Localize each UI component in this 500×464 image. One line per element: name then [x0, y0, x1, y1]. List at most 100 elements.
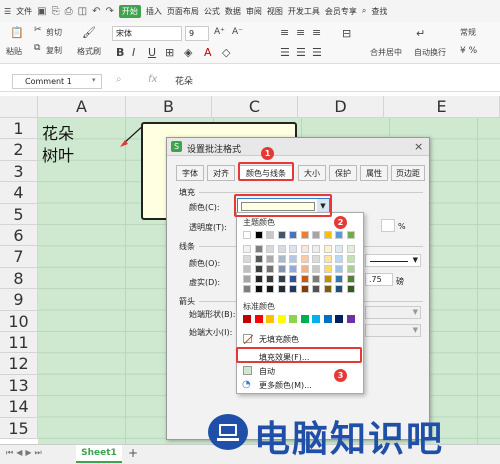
- standard-color-swatch[interactable]: [266, 315, 274, 323]
- theme-color-swatch[interactable]: [335, 245, 343, 253]
- undo-icon[interactable]: ↶: [92, 6, 100, 17]
- theme-color-swatch[interactable]: [300, 265, 309, 273]
- align-center-icon[interactable]: ☰: [296, 46, 306, 59]
- theme-color-swatch[interactable]: [300, 275, 309, 283]
- column-header-c[interactable]: C: [212, 96, 298, 118]
- tab-data[interactable]: 数据: [225, 6, 241, 17]
- transparency-input[interactable]: [381, 219, 395, 232]
- theme-color-swatch[interactable]: [254, 275, 263, 283]
- format-painter-icon[interactable]: 🖌: [82, 26, 96, 39]
- theme-color-swatch[interactable]: [300, 245, 309, 253]
- chevron-down-icon[interactable]: ▼: [413, 326, 418, 334]
- tab-member[interactable]: 会员专享: [325, 6, 357, 17]
- theme-color-swatch[interactable]: [243, 275, 251, 283]
- row-header-15[interactable]: 15: [0, 417, 38, 439]
- theme-color-swatch[interactable]: [346, 255, 355, 263]
- cut-button[interactable]: 剪切: [46, 27, 62, 38]
- tab-protection[interactable]: 保护: [329, 165, 357, 181]
- theme-color-swatch[interactable]: [312, 285, 320, 293]
- begin-style-select[interactable]: ▼: [365, 306, 421, 319]
- search-label[interactable]: 查找: [371, 6, 387, 17]
- row-header-7[interactable]: 7: [0, 246, 38, 268]
- italic-icon[interactable]: I: [132, 46, 135, 59]
- column-header-e[interactable]: E: [384, 96, 500, 118]
- theme-color-swatch[interactable]: [323, 285, 332, 293]
- tab-alignment[interactable]: 对齐: [207, 165, 235, 181]
- theme-color-swatch[interactable]: [277, 255, 286, 263]
- column-header-b[interactable]: B: [126, 96, 212, 118]
- theme-color-swatch[interactable]: [300, 231, 309, 239]
- preview-icon[interactable]: ◫: [78, 6, 87, 17]
- sheet-nav-icon[interactable]: ⏮◀▶⏭: [6, 448, 45, 458]
- theme-color-swatch[interactable]: [289, 245, 297, 253]
- format-painter-button[interactable]: 格式刷: [77, 46, 101, 57]
- line-style-select[interactable]: ▼: [365, 254, 421, 267]
- file-menu[interactable]: 文件: [16, 6, 32, 17]
- theme-color-swatch[interactable]: [312, 255, 320, 263]
- column-header-d[interactable]: D: [298, 96, 384, 118]
- align-right-icon[interactable]: ☰: [312, 46, 322, 59]
- theme-color-swatch[interactable]: [335, 255, 343, 263]
- theme-color-swatch[interactable]: [277, 245, 286, 253]
- sheet-tab-sheet1[interactable]: Sheet1: [76, 445, 122, 463]
- theme-color-swatch[interactable]: [266, 275, 274, 283]
- export-icon[interactable]: ⎘: [52, 6, 60, 17]
- theme-color-swatch[interactable]: [266, 265, 274, 273]
- zoom-icon[interactable]: ⌕: [116, 74, 122, 85]
- theme-color-swatch[interactable]: [335, 231, 343, 239]
- theme-color-swatch[interactable]: [300, 255, 309, 263]
- print-icon[interactable]: ⎙: [65, 6, 73, 17]
- column-header-a[interactable]: A: [38, 96, 126, 118]
- theme-color-swatch[interactable]: [323, 255, 332, 263]
- theme-color-swatch[interactable]: [289, 285, 297, 293]
- align-left-icon[interactable]: ☰: [280, 46, 290, 59]
- theme-color-swatch[interactable]: [254, 231, 263, 239]
- standard-color-swatch[interactable]: [277, 315, 286, 323]
- align-bottom-icon[interactable]: ≡: [312, 26, 321, 39]
- theme-color-swatch[interactable]: [346, 265, 355, 273]
- paste-button[interactable]: 粘贴: [6, 46, 22, 57]
- align-top-icon[interactable]: ≡: [280, 26, 289, 39]
- border-icon[interactable]: ⊞: [165, 46, 174, 59]
- fill-color-icon[interactable]: ◈: [184, 46, 192, 59]
- theme-color-swatch[interactable]: [266, 245, 274, 253]
- chevron-down-icon[interactable]: ▼: [413, 308, 418, 316]
- row-header-1[interactable]: 1: [0, 118, 38, 140]
- theme-color-swatch[interactable]: [254, 265, 263, 273]
- standard-color-swatch[interactable]: [289, 315, 297, 323]
- theme-color-swatch[interactable]: [289, 265, 297, 273]
- theme-color-swatch[interactable]: [243, 285, 251, 293]
- row-header-14[interactable]: 14: [0, 396, 38, 418]
- theme-color-swatch[interactable]: [266, 231, 274, 239]
- theme-color-swatch[interactable]: [323, 265, 332, 273]
- tab-properties[interactable]: 属性: [360, 165, 388, 181]
- close-icon[interactable]: ×: [414, 140, 423, 153]
- row-header-10[interactable]: 10: [0, 310, 38, 332]
- formula-input[interactable]: 花朵: [175, 74, 193, 87]
- tab-view[interactable]: 视图: [267, 6, 283, 17]
- name-box-dropdown-icon[interactable]: ▾: [92, 76, 96, 84]
- theme-color-swatch[interactable]: [243, 265, 251, 273]
- theme-color-swatch[interactable]: [335, 265, 343, 273]
- row-header-8[interactable]: 8: [0, 267, 38, 290]
- currency-icon[interactable]: ¥ %: [460, 46, 477, 56]
- clear-format-icon[interactable]: ◇: [222, 46, 230, 59]
- theme-color-swatch[interactable]: [323, 275, 332, 283]
- standard-color-swatch[interactable]: [312, 315, 320, 323]
- add-sheet-button[interactable]: +: [128, 446, 138, 460]
- tab-formulas[interactable]: 公式: [204, 6, 220, 17]
- tab-page-layout[interactable]: 页面布局: [167, 6, 199, 17]
- row-header-2[interactable]: 2: [0, 139, 38, 161]
- wrap-icon[interactable]: ↵: [416, 27, 425, 40]
- theme-color-swatch[interactable]: [277, 231, 286, 239]
- tab-size[interactable]: 大小: [298, 165, 326, 181]
- theme-color-swatch[interactable]: [323, 245, 332, 253]
- line-weight-input[interactable]: .75: [365, 273, 393, 286]
- row-header-4[interactable]: 4: [0, 182, 38, 204]
- theme-color-swatch[interactable]: [346, 245, 355, 253]
- row-header-6[interactable]: 6: [0, 225, 38, 247]
- row-header-13[interactable]: 13: [0, 374, 38, 397]
- standard-color-swatch[interactable]: [335, 315, 343, 323]
- fx-icon[interactable]: fx: [148, 74, 157, 85]
- theme-color-swatch[interactable]: [254, 285, 263, 293]
